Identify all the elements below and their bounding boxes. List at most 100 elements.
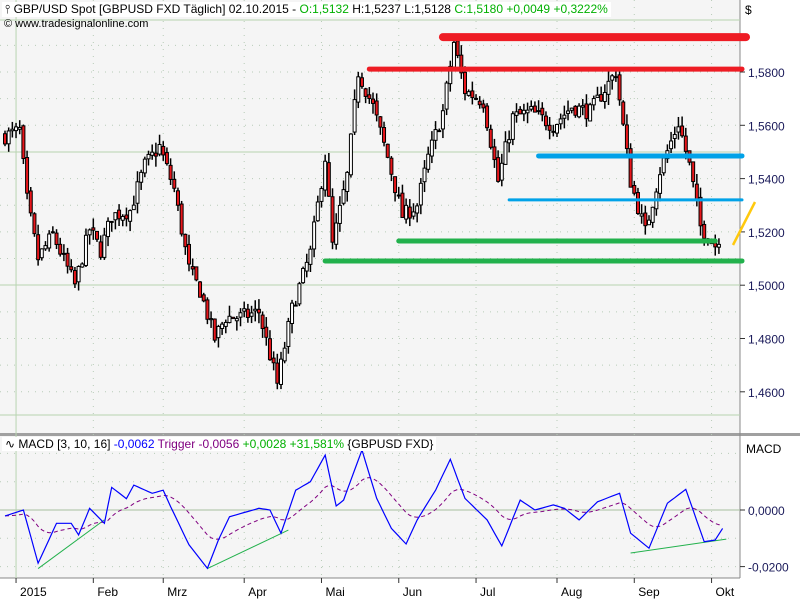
candle-bull bbox=[566, 110, 571, 114]
candle-bull bbox=[658, 174, 663, 194]
candle-bull bbox=[525, 109, 530, 114]
price-chart-header: ⫯ GBP/USD Spot [GBPUSD FXD Täglich] 02.1… bbox=[2, 2, 611, 17]
candle-bull bbox=[569, 107, 574, 111]
x-tick-label: 2015 bbox=[20, 585, 47, 599]
candle-bull bbox=[507, 139, 512, 144]
candle-bear bbox=[161, 145, 166, 156]
candle-bull bbox=[610, 75, 615, 81]
candle-bull bbox=[139, 171, 144, 183]
candle-bull bbox=[591, 98, 596, 106]
candle-bull bbox=[716, 243, 721, 248]
candle-bear bbox=[389, 157, 394, 175]
macd-diff: +0,0028 bbox=[242, 437, 287, 451]
candle-bear bbox=[367, 94, 372, 99]
candle-bull bbox=[234, 318, 239, 322]
x-tick-label: Feb bbox=[97, 585, 118, 599]
candle-bear bbox=[275, 362, 280, 384]
candle-bear bbox=[194, 266, 199, 281]
candle-bull bbox=[14, 126, 19, 132]
candle-bull bbox=[17, 126, 22, 130]
candle-bear bbox=[95, 230, 99, 240]
x-tick-label: Okt bbox=[716, 585, 735, 599]
candle-bull bbox=[514, 111, 519, 116]
candle-bull bbox=[223, 321, 228, 327]
high-value: H:1,5237 bbox=[352, 2, 401, 16]
candle-bear bbox=[124, 214, 129, 220]
candle-bear bbox=[694, 183, 699, 200]
macd-icon: ∿ bbox=[5, 437, 16, 451]
candle-bear bbox=[25, 157, 30, 194]
candle-bull bbox=[323, 160, 328, 191]
candle-bull bbox=[135, 181, 140, 204]
candle-bull bbox=[558, 118, 563, 125]
candle-bull bbox=[672, 133, 677, 139]
candle-bull bbox=[146, 153, 151, 160]
candle-bear bbox=[330, 196, 335, 243]
candle-bull bbox=[580, 105, 585, 108]
candle-bear bbox=[396, 194, 401, 197]
candle-bear bbox=[91, 227, 96, 231]
candle-bull bbox=[676, 126, 681, 133]
candle-bull bbox=[308, 248, 313, 265]
candle-bear bbox=[293, 304, 298, 307]
candle-bear bbox=[543, 115, 548, 127]
candle-bear bbox=[632, 185, 637, 194]
candle-bull bbox=[220, 323, 225, 329]
macd-axis-label: MACD bbox=[746, 442, 782, 456]
macd-value: -0,0062 bbox=[113, 437, 155, 451]
candle-bull bbox=[312, 221, 317, 250]
candle-bull bbox=[334, 222, 339, 245]
candle-bear bbox=[463, 71, 467, 95]
candle-bear bbox=[691, 161, 696, 183]
macd-y-tick-label: 0,0000 bbox=[748, 504, 785, 518]
candle-bull bbox=[444, 82, 449, 110]
candle-bull bbox=[282, 347, 287, 362]
change-pct-value: +0,3222% bbox=[553, 2, 608, 16]
candle-bull bbox=[61, 252, 66, 255]
candle-bull bbox=[76, 265, 81, 283]
candle-bear bbox=[547, 124, 552, 131]
macd-diff-pct: +31,581% bbox=[289, 437, 345, 451]
candle-icon: ⫯ bbox=[5, 2, 11, 16]
candle-bull bbox=[418, 182, 423, 206]
candle-bear bbox=[198, 281, 203, 298]
candle-bear bbox=[117, 209, 122, 220]
candle-bull bbox=[639, 213, 644, 217]
candle-bull bbox=[128, 210, 133, 222]
candle-bull bbox=[562, 114, 567, 119]
candle-bull bbox=[345, 171, 350, 192]
candle-bear bbox=[635, 192, 640, 215]
candle-bear bbox=[378, 116, 383, 128]
candle-bear bbox=[382, 126, 387, 143]
x-tick-label: Aug bbox=[561, 585, 582, 599]
candle-bull bbox=[150, 151, 155, 156]
candle-bear bbox=[540, 107, 545, 116]
candle-bear bbox=[267, 338, 272, 361]
x-tick-label: Mai bbox=[325, 585, 344, 599]
candle-bull bbox=[437, 130, 442, 133]
candle-bull bbox=[555, 123, 559, 134]
candle-bear bbox=[680, 125, 685, 137]
candle-bear bbox=[492, 146, 497, 161]
trigger-label: Trigger bbox=[157, 437, 196, 451]
candle-bear bbox=[21, 125, 26, 160]
candle-bull bbox=[510, 113, 515, 140]
candle-bull bbox=[242, 308, 247, 312]
candle-bear bbox=[573, 105, 578, 116]
candle-bear bbox=[69, 266, 74, 271]
candle-bull bbox=[290, 302, 295, 325]
candle-bear bbox=[187, 243, 191, 265]
candle-bear bbox=[393, 176, 398, 194]
candle-bull bbox=[356, 76, 361, 103]
candle-bull bbox=[650, 206, 655, 223]
x-tick-label: Sep bbox=[638, 585, 660, 599]
candle-bear bbox=[98, 241, 103, 258]
candle-bear bbox=[72, 270, 77, 285]
macd-name: MACD [3, 10, 16] bbox=[18, 437, 111, 451]
candle-bear bbox=[231, 316, 236, 320]
candle-bull bbox=[411, 211, 416, 217]
candle-bear bbox=[488, 128, 493, 148]
candle-bull bbox=[426, 153, 431, 170]
candle-bear bbox=[713, 242, 718, 248]
candle-bear bbox=[3, 133, 7, 145]
